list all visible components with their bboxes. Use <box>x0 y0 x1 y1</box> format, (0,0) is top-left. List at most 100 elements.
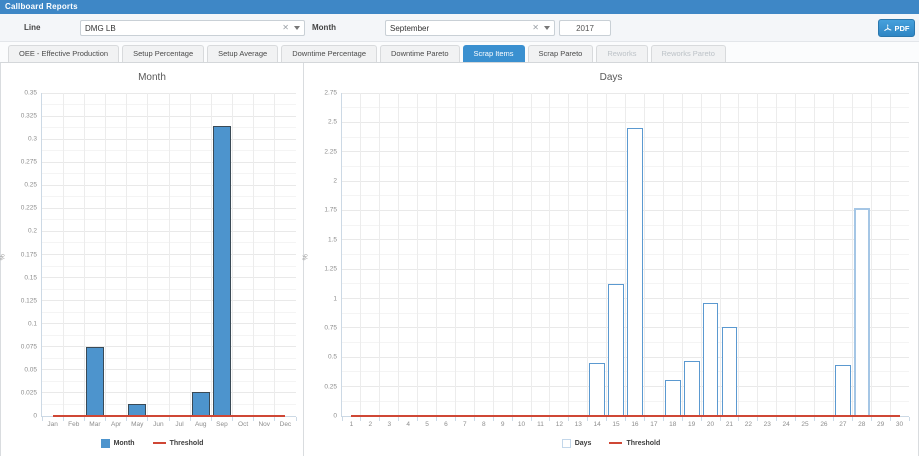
gridline <box>455 93 456 416</box>
tab-setup-percentage[interactable]: Setup Percentage <box>122 45 204 62</box>
x-axis-tick <box>738 417 739 421</box>
x-tick-label: 17 <box>650 421 657 428</box>
y-tick-label: 0.3 <box>28 136 37 143</box>
gridline <box>663 93 664 416</box>
chevron-down-icon[interactable] <box>294 26 300 30</box>
y-tick-label: 0 <box>333 413 337 420</box>
bar-aug[interactable] <box>192 392 210 416</box>
x-tick-label: 4 <box>406 421 410 428</box>
y-tick-label: 1.5 <box>328 236 337 243</box>
tab-reworks: Reworks <box>596 45 647 62</box>
x-axis-tick <box>253 417 254 421</box>
y-tick-label: 0 <box>33 413 37 420</box>
line-select-value: DMG LB <box>85 24 277 33</box>
gridline <box>587 93 588 416</box>
y-axis-title: % <box>0 254 7 260</box>
y-tick-label: 2.5 <box>328 119 337 126</box>
x-tick-label: Mar <box>89 421 100 428</box>
line-select[interactable]: DMG LB ✕ <box>80 20 305 36</box>
gridline <box>474 93 475 416</box>
legend-item-threshold[interactable]: Threshold <box>153 440 204 447</box>
gridline <box>105 93 106 416</box>
bar-21[interactable] <box>722 327 738 416</box>
y-tick-label: 0.15 <box>24 274 37 281</box>
tab-scrap-pareto[interactable]: Scrap Pareto <box>528 45 594 62</box>
y-axis-title: % <box>303 254 310 260</box>
y-tick-label: 0.25 <box>24 182 37 189</box>
y-tick-label: 1 <box>333 295 337 302</box>
x-axis-tick <box>909 417 910 421</box>
bar-mar[interactable] <box>86 347 104 416</box>
tab-oee-effective-production[interactable]: OEE - Effective Production <box>8 45 119 62</box>
x-axis-tick <box>587 417 588 421</box>
x-tick-label: 16 <box>631 421 638 428</box>
bar-27[interactable] <box>835 365 851 416</box>
x-tick-label: 23 <box>764 421 771 428</box>
bar-15[interactable] <box>608 284 624 416</box>
pdf-button[interactable]: PDF <box>878 19 915 37</box>
threshold-line <box>53 415 286 417</box>
x-tick-label: 13 <box>575 421 582 428</box>
line-label: Line <box>24 23 40 32</box>
tab-downtime-pareto[interactable]: Downtime Pareto <box>380 45 460 62</box>
x-tick-label: Sep <box>216 421 228 428</box>
tab-downtime-percentage[interactable]: Downtime Percentage <box>281 45 377 62</box>
x-tick-label: 30 <box>896 421 903 428</box>
x-axis-tick <box>512 417 513 421</box>
bar-18[interactable] <box>665 380 681 416</box>
chevron-down-icon[interactable] <box>544 26 550 30</box>
x-axis-tick <box>474 417 475 421</box>
x-tick-label: 27 <box>839 421 846 428</box>
y-tick-label: 0.275 <box>21 159 37 166</box>
x-axis-tick <box>296 417 297 421</box>
line-clear-icon[interactable]: ✕ <box>282 24 289 32</box>
month-clear-icon[interactable]: ✕ <box>532 24 539 32</box>
gridline <box>169 93 170 416</box>
gridline <box>436 93 437 416</box>
threshold-line-icon <box>153 442 166 444</box>
legend-label: Month <box>114 440 135 447</box>
gridline <box>606 93 607 416</box>
x-axis-tick <box>757 417 758 421</box>
legend-item-threshold[interactable]: Threshold <box>609 440 660 447</box>
tab-setup-average[interactable]: Setup Average <box>207 45 278 62</box>
x-tick-label: 3 <box>387 421 391 428</box>
y-tick-label: 0.75 <box>324 324 337 331</box>
bar-20[interactable] <box>703 303 719 416</box>
x-axis-tick <box>531 417 532 421</box>
gridline <box>871 93 872 416</box>
bar-16[interactable] <box>627 128 643 416</box>
bar-28[interactable] <box>854 208 870 416</box>
gridline <box>398 93 399 416</box>
bar-19[interactable] <box>684 361 700 416</box>
x-tick-label: 11 <box>537 421 544 428</box>
x-tick-label: 5 <box>425 421 429 428</box>
days-chart-panel: Days % 00.250.50.7511.251.51.7522.252.52… <box>304 63 918 456</box>
y-tick-label: 0.25 <box>324 383 337 390</box>
y-tick-label: 0.2 <box>28 228 37 235</box>
bar-sep[interactable] <box>213 126 231 416</box>
month-label: Month <box>312 23 336 32</box>
x-tick-label: 1 <box>350 421 354 428</box>
x-tick-label: Jul <box>175 421 183 428</box>
month-select[interactable]: September ✕ <box>385 20 555 36</box>
x-axis-tick <box>232 417 233 421</box>
x-tick-label: 20 <box>707 421 714 428</box>
gridline <box>757 93 758 416</box>
month-chart-plot: 00.0250.050.0750.10.1250.150.1750.20.225… <box>41 93 296 417</box>
series-swatch-icon <box>101 439 110 448</box>
y-tick-label: 0.025 <box>21 389 37 396</box>
x-axis-tick <box>63 417 64 421</box>
legend-item-days[interactable]: Days <box>562 439 592 448</box>
gridline <box>253 93 254 416</box>
y-tick-label: 1.25 <box>324 266 337 273</box>
x-axis-tick <box>398 417 399 421</box>
tab-scrap-items[interactable]: Scrap Items <box>463 45 525 62</box>
bar-14[interactable] <box>589 363 605 416</box>
gridline <box>795 93 796 416</box>
year-input[interactable] <box>559 20 611 36</box>
x-axis-tick <box>644 417 645 421</box>
pdf-icon <box>884 24 892 33</box>
legend-item-month[interactable]: Month <box>101 439 135 448</box>
chart-title: Days <box>304 72 918 83</box>
